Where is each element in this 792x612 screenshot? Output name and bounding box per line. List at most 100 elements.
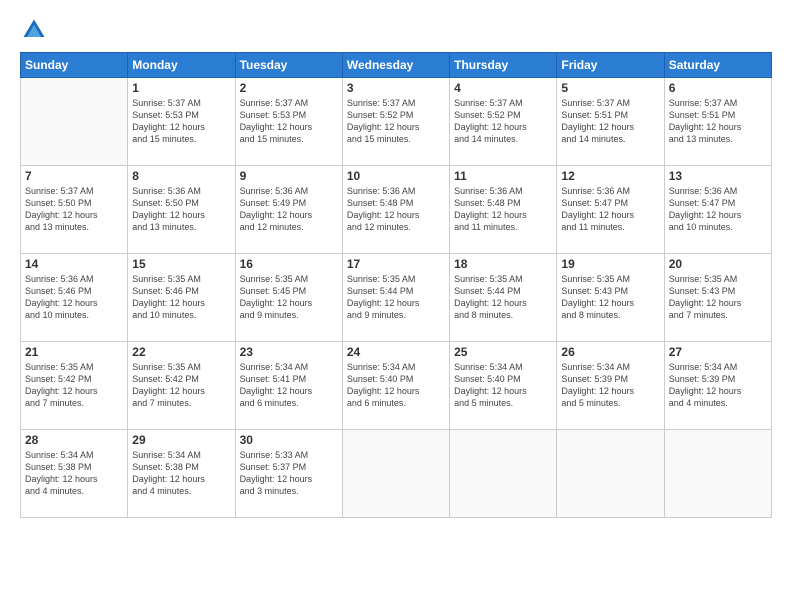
day-number: 12 (561, 169, 659, 183)
day-cell: 20 Sunrise: 5:35 AM Sunset: 5:43 PM Dayli… (664, 254, 771, 342)
week-row-3: 14Sunrise: 5:36 AM Sunset: 5:46 PM Dayli… (21, 254, 772, 342)
day-number: 11 (454, 169, 552, 183)
day-number: 30 (240, 433, 338, 447)
day-info: Sunrise: 5:37 AM Sunset: 5:53 PM Dayligh… (240, 97, 338, 146)
day-cell: 2 Sunrise: 5:37 AM Sunset: 5:53 PM Daylig… (235, 78, 342, 166)
day-cell: 18Sunrise: 5:35 AM Sunset: 5:44 PM Dayli… (450, 254, 557, 342)
day-number: 4 (454, 81, 552, 95)
day-cell: 3 Sunrise: 5:37 AM Sunset: 5:52 PM Daylig… (342, 78, 449, 166)
day-info: Sunrise: 5:37 AM Sunset: 5:53 PM Dayligh… (132, 97, 230, 146)
logo-icon (20, 16, 48, 44)
day-header-monday: Monday (128, 53, 235, 78)
day-number: 5 (561, 81, 659, 95)
day-header-tuesday: Tuesday (235, 53, 342, 78)
day-info: Sunrise: 5:35 AM Sunset: 5:46 PM Dayligh… (132, 273, 230, 322)
day-info: Sunrise: 5:34 AM Sunset: 5:38 PM Dayligh… (132, 449, 230, 498)
header-row: SundayMondayTuesdayWednesdayThursdayFrid… (21, 53, 772, 78)
day-cell: 26Sunrise: 5:34 AM Sunset: 5:39 PM Dayli… (557, 342, 664, 430)
day-number: 20 (669, 257, 767, 271)
day-cell: 5 Sunrise: 5:37 AM Sunset: 5:51 PM Daylig… (557, 78, 664, 166)
day-cell (664, 430, 771, 518)
day-info: Sunrise: 5:37 AM Sunset: 5:51 PM Dayligh… (669, 97, 767, 146)
day-info: Sunrise: 5:33 AM Sunset: 5:37 PM Dayligh… (240, 449, 338, 498)
day-number: 10 (347, 169, 445, 183)
day-info: Sunrise: 5:37 AM Sunset: 5:51 PM Dayligh… (561, 97, 659, 146)
day-cell: 21 Sunrise: 5:35 AM Sunset: 5:42 PM Dayli… (21, 342, 128, 430)
day-info: Sunrise: 5:35 AM Sunset: 5:42 PM Dayligh… (25, 361, 123, 410)
day-cell: 27Sunrise: 5:34 AM Sunset: 5:39 PM Dayli… (664, 342, 771, 430)
day-number: 29 (132, 433, 230, 447)
day-cell: 25 Sunrise: 5:34 AM Sunset: 5:40 PM Dayli… (450, 342, 557, 430)
day-header-saturday: Saturday (664, 53, 771, 78)
day-cell: 8Sunrise: 5:36 AM Sunset: 5:50 PM Daylig… (128, 166, 235, 254)
day-number: 16 (240, 257, 338, 271)
day-header-wednesday: Wednesday (342, 53, 449, 78)
day-info: Sunrise: 5:34 AM Sunset: 5:39 PM Dayligh… (669, 361, 767, 410)
day-info: Sunrise: 5:37 AM Sunset: 5:52 PM Dayligh… (454, 97, 552, 146)
day-number: 24 (347, 345, 445, 359)
day-header-thursday: Thursday (450, 53, 557, 78)
day-header-sunday: Sunday (21, 53, 128, 78)
day-number: 6 (669, 81, 767, 95)
day-number: 13 (669, 169, 767, 183)
day-cell: 7 Sunrise: 5:37 AM Sunset: 5:50 PM Daylig… (21, 166, 128, 254)
day-info: Sunrise: 5:35 AM Sunset: 5:43 PM Dayligh… (561, 273, 659, 322)
day-number: 8 (132, 169, 230, 183)
day-number: 9 (240, 169, 338, 183)
day-info: Sunrise: 5:35 AM Sunset: 5:44 PM Dayligh… (347, 273, 445, 322)
day-info: Sunrise: 5:36 AM Sunset: 5:47 PM Dayligh… (561, 185, 659, 234)
week-row-5: 28 Sunrise: 5:34 AM Sunset: 5:38 PM Dayli… (21, 430, 772, 518)
day-cell: 22 Sunrise: 5:35 AM Sunset: 5:42 PM Dayli… (128, 342, 235, 430)
day-cell: 29 Sunrise: 5:34 AM Sunset: 5:38 PM Dayli… (128, 430, 235, 518)
day-cell: 13 Sunrise: 5:36 AM Sunset: 5:47 PM Dayli… (664, 166, 771, 254)
week-row-4: 21 Sunrise: 5:35 AM Sunset: 5:42 PM Dayli… (21, 342, 772, 430)
day-cell: 15Sunrise: 5:35 AM Sunset: 5:46 PM Dayli… (128, 254, 235, 342)
day-cell: 14Sunrise: 5:36 AM Sunset: 5:46 PM Dayli… (21, 254, 128, 342)
day-cell: 4 Sunrise: 5:37 AM Sunset: 5:52 PM Daylig… (450, 78, 557, 166)
day-number: 3 (347, 81, 445, 95)
day-info: Sunrise: 5:34 AM Sunset: 5:40 PM Dayligh… (347, 361, 445, 410)
day-cell: 17 Sunrise: 5:35 AM Sunset: 5:44 PM Dayli… (342, 254, 449, 342)
day-cell: 19 Sunrise: 5:35 AM Sunset: 5:43 PM Dayli… (557, 254, 664, 342)
logo (20, 16, 52, 44)
day-info: Sunrise: 5:36 AM Sunset: 5:48 PM Dayligh… (454, 185, 552, 234)
header (20, 16, 772, 44)
day-header-friday: Friday (557, 53, 664, 78)
day-info: Sunrise: 5:35 AM Sunset: 5:43 PM Dayligh… (669, 273, 767, 322)
day-number: 28 (25, 433, 123, 447)
day-info: Sunrise: 5:34 AM Sunset: 5:41 PM Dayligh… (240, 361, 338, 410)
day-info: Sunrise: 5:35 AM Sunset: 5:42 PM Dayligh… (132, 361, 230, 410)
day-cell: 16 Sunrise: 5:35 AM Sunset: 5:45 PM Dayli… (235, 254, 342, 342)
day-info: Sunrise: 5:34 AM Sunset: 5:40 PM Dayligh… (454, 361, 552, 410)
day-cell: 6 Sunrise: 5:37 AM Sunset: 5:51 PM Daylig… (664, 78, 771, 166)
day-cell: 1 Sunrise: 5:37 AM Sunset: 5:53 PM Daylig… (128, 78, 235, 166)
day-cell (342, 430, 449, 518)
day-number: 2 (240, 81, 338, 95)
day-cell (557, 430, 664, 518)
day-info: Sunrise: 5:37 AM Sunset: 5:50 PM Dayligh… (25, 185, 123, 234)
day-cell: 23 Sunrise: 5:34 AM Sunset: 5:41 PM Dayli… (235, 342, 342, 430)
day-info: Sunrise: 5:35 AM Sunset: 5:45 PM Dayligh… (240, 273, 338, 322)
day-number: 7 (25, 169, 123, 183)
day-number: 22 (132, 345, 230, 359)
day-number: 23 (240, 345, 338, 359)
day-number: 18 (454, 257, 552, 271)
day-info: Sunrise: 5:36 AM Sunset: 5:48 PM Dayligh… (347, 185, 445, 234)
day-number: 25 (454, 345, 552, 359)
day-info: Sunrise: 5:34 AM Sunset: 5:38 PM Dayligh… (25, 449, 123, 498)
day-cell: 12 Sunrise: 5:36 AM Sunset: 5:47 PM Dayli… (557, 166, 664, 254)
week-row-1: 1 Sunrise: 5:37 AM Sunset: 5:53 PM Daylig… (21, 78, 772, 166)
day-number: 21 (25, 345, 123, 359)
day-info: Sunrise: 5:37 AM Sunset: 5:52 PM Dayligh… (347, 97, 445, 146)
day-cell (21, 78, 128, 166)
day-cell: 9Sunrise: 5:36 AM Sunset: 5:49 PM Daylig… (235, 166, 342, 254)
day-number: 17 (347, 257, 445, 271)
day-number: 1 (132, 81, 230, 95)
day-number: 19 (561, 257, 659, 271)
day-cell: 30 Sunrise: 5:33 AM Sunset: 5:37 PM Dayli… (235, 430, 342, 518)
day-cell: 24 Sunrise: 5:34 AM Sunset: 5:40 PM Dayli… (342, 342, 449, 430)
day-info: Sunrise: 5:36 AM Sunset: 5:47 PM Dayligh… (669, 185, 767, 234)
day-cell (450, 430, 557, 518)
day-info: Sunrise: 5:36 AM Sunset: 5:46 PM Dayligh… (25, 273, 123, 322)
day-cell: 11 Sunrise: 5:36 AM Sunset: 5:48 PM Dayli… (450, 166, 557, 254)
